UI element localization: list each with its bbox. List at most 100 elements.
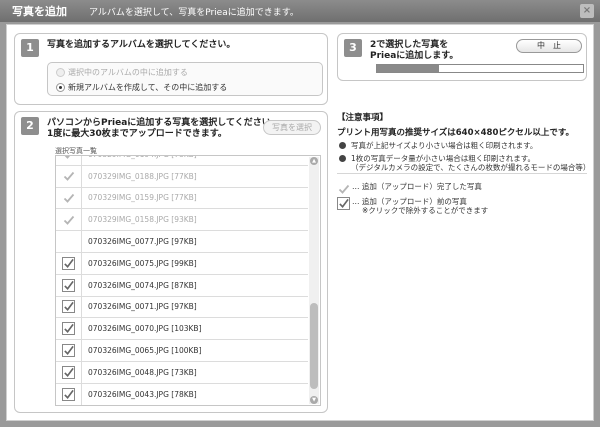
photo-row: 070329IMG_0194.JPG [78KB] — [56, 156, 308, 166]
step2-heading-line2: 1度に最大30枚までアップロードできます。 — [47, 129, 227, 139]
note-bullet: 1枚の写真データ量が小さい場合は粗く印刷されます。 （デジタルカメラの設定で、た… — [337, 154, 593, 173]
photo-filename: 070329IMG_0194.JPG [78KB] — [88, 156, 197, 159]
photo-filename: 070326IMG_0065.JPG [100KB] — [88, 346, 202, 356]
legend-pending-line2: ※クリックで除外することができます — [362, 206, 489, 215]
dialog-content: 1 写真を追加するアルバムを選択してください。 選択中のアルバムの中に追加する … — [6, 24, 594, 421]
stop-button[interactable]: 中 止 — [516, 39, 582, 53]
photo-filename: 070326IMG_0071.JPG [97KB] — [88, 302, 197, 312]
note-text: 1枚の写真データ量が小さい場合は粗く印刷されます。 （デジタルカメラの設定で、た… — [351, 154, 590, 173]
photo-row: 070329IMG_0188.JPG [77KB] — [56, 165, 308, 188]
step3-panel: 3 2で選択した写真を Prieaに追加します。 中 止 — [337, 33, 587, 81]
checkbox-checked-icon — [337, 197, 350, 210]
legend-pending-text: … 追加（アップロード）前の写真 ※クリックで除外することができます — [352, 197, 488, 215]
row-divider — [81, 383, 82, 405]
bullet-icon — [339, 154, 346, 162]
photo-filename: 070326IMG_0070.JPG [103KB] — [88, 324, 202, 334]
checkbox-checked-icon[interactable] — [62, 256, 75, 270]
photo-row[interactable]: 070326IMG_0070.JPG [103KB] — [56, 318, 308, 341]
divider — [337, 173, 587, 174]
scroll-down-icon[interactable]: ▼ — [310, 396, 318, 404]
note-text-line1: 1枚の写真データ量が小さい場合は粗く印刷されます。 — [351, 153, 536, 163]
check-done-icon — [62, 213, 75, 226]
photo-filename: 070329IMG_0158.JPG [93KB] — [88, 215, 197, 225]
photo-filename: 070326IMG_0043.JPG [78KB] — [88, 389, 197, 399]
check-done-icon — [62, 170, 75, 183]
photo-filename: 070326IMG_0075.JPG [99KB] — [88, 258, 197, 268]
photo-row[interactable]: 070326IMG_0043.JPG [78KB] — [56, 383, 308, 405]
photo-row[interactable]: 070326IMG_0075.JPG [99KB] — [56, 253, 308, 275]
step2-heading: パソコンからPrieaに追加する写真を選択してください。 1度に最大30枚までア… — [47, 118, 280, 140]
row-divider — [81, 165, 82, 187]
step2-number: 2 — [21, 117, 39, 135]
photo-filename: 070329IMG_0159.JPG [77KB] — [88, 193, 197, 203]
photo-row[interactable]: 070326IMG_0048.JPG [73KB] — [56, 362, 308, 384]
photo-list[interactable]: 070329IMG_0194.JPG [78KB] 070329IMG_0188.… — [55, 155, 321, 406]
upload-progress-bar — [376, 64, 584, 73]
checkbox-checked-icon[interactable] — [62, 344, 75, 358]
scroll-up-icon[interactable]: ▲ — [310, 157, 318, 165]
photo-row[interactable]: 070326IMG_0065.JPG [100KB] — [56, 340, 308, 362]
radio-label: 新規アルバムを作成して、その中に追加する — [68, 83, 228, 92]
note-bullet: 写真が上記サイズより小さい場合は粗く印刷されます。 — [337, 141, 593, 151]
row-divider — [81, 253, 82, 274]
checkbox-checked-icon[interactable] — [62, 365, 75, 379]
photo-row: 070329IMG_0159.JPG [77KB] — [56, 187, 308, 210]
scroll-thumb[interactable] — [310, 303, 318, 389]
title-bar: 写真を追加 アルバムを選択して、写真をPrieaに追加できます。 × — [0, 0, 600, 22]
step1-heading: 写真を追加するアルバムを選択してください。 — [47, 40, 236, 50]
photo-filename: 070326IMG_0077.JPG [97KB] — [88, 237, 197, 247]
row-divider — [81, 231, 82, 252]
step3-heading-line2: Prieaに追加します。 — [370, 51, 459, 61]
step1-number: 1 — [21, 39, 39, 57]
row-divider — [81, 340, 82, 361]
legend-uploaded: … 追加（アップロード）完了した写真 — [337, 182, 482, 195]
row-divider — [81, 156, 82, 165]
progress-fill — [377, 65, 439, 72]
radio-new-album[interactable]: 新規アルバムを作成して、その中に追加する — [56, 82, 227, 93]
note-text: 写真が上記サイズより小さい場合は粗く印刷されます。 — [351, 141, 538, 150]
window-title: 写真を追加 — [12, 5, 67, 18]
step3-heading-line1: 2で選択した写真を — [370, 40, 449, 50]
check-done-icon — [337, 182, 350, 195]
check-done-icon — [62, 156, 75, 161]
empty-check-cell — [62, 235, 75, 248]
row-divider — [81, 209, 82, 231]
legend-pending: … 追加（アップロード）前の写真 ※クリックで除外することができます — [337, 197, 488, 215]
step2-heading-line1: パソコンからPrieaに追加する写真を選択してください。 — [47, 118, 280, 128]
checkbox-checked-icon[interactable] — [62, 278, 75, 292]
step1-panel: 1 写真を追加するアルバムを選択してください。 選択中のアルバムの中に追加する … — [14, 33, 328, 105]
step2-panel: 2 パソコンからPrieaに追加する写真を選択してください。 1度に最大30枚ま… — [14, 111, 328, 413]
window-subtitle: アルバムを選択して、写真をPrieaに追加できます。 — [89, 7, 299, 18]
row-divider — [81, 274, 82, 296]
note-text-line2: （デジタルカメラの設定で、たくさんの枚数が撮れるモードの場合等） — [351, 163, 591, 172]
notes-subtitle: プリント用写真の推奨サイズは640×480ピクセル以上です。 — [337, 128, 575, 138]
row-divider — [81, 318, 82, 340]
photo-row: 070329IMG_0158.JPG [93KB] — [56, 209, 308, 232]
step3-number: 3 — [344, 39, 362, 57]
photo-row: 070326IMG_0077.JPG [97KB] — [56, 231, 308, 253]
row-divider — [81, 362, 82, 383]
radio-button — [56, 68, 65, 77]
photo-filename: 070329IMG_0188.JPG [77KB] — [88, 171, 197, 181]
scrollbar[interactable]: ▲ ▼ — [309, 157, 319, 404]
check-done-icon — [62, 191, 75, 204]
legend-uploaded-text: … 追加（アップロード）完了した写真 — [352, 182, 482, 191]
row-divider — [81, 187, 82, 209]
photo-filename: 070326IMG_0074.JPG [87KB] — [88, 280, 197, 290]
checkbox-checked-icon[interactable] — [62, 322, 75, 336]
photo-row[interactable]: 070326IMG_0074.JPG [87KB] — [56, 274, 308, 297]
photo-row[interactable]: 070326IMG_0071.JPG [97KB] — [56, 296, 308, 319]
radio-existing-album: 選択中のアルバムの中に追加する — [56, 67, 188, 78]
notes-section: 【注意事項】 プリント用写真の推奨サイズは640×480ピクセル以上です。 写真… — [337, 111, 593, 173]
bullet-icon — [339, 142, 346, 149]
album-option-group: 選択中のアルバムの中に追加する 新規アルバムを作成して、その中に追加する — [47, 62, 323, 96]
photo-filename: 070326IMG_0048.JPG [73KB] — [88, 367, 197, 377]
checkbox-checked-icon[interactable] — [62, 387, 75, 401]
radio-label: 選択中のアルバムの中に追加する — [68, 68, 188, 77]
radio-button[interactable] — [56, 83, 65, 92]
close-button[interactable]: × — [580, 4, 594, 18]
legend-pending-line1: … 追加（アップロード）前の写真 — [352, 197, 467, 206]
checkbox-checked-icon[interactable] — [62, 300, 75, 314]
row-divider — [81, 296, 82, 318]
select-photos-button[interactable]: 写真を選択 — [263, 120, 321, 135]
